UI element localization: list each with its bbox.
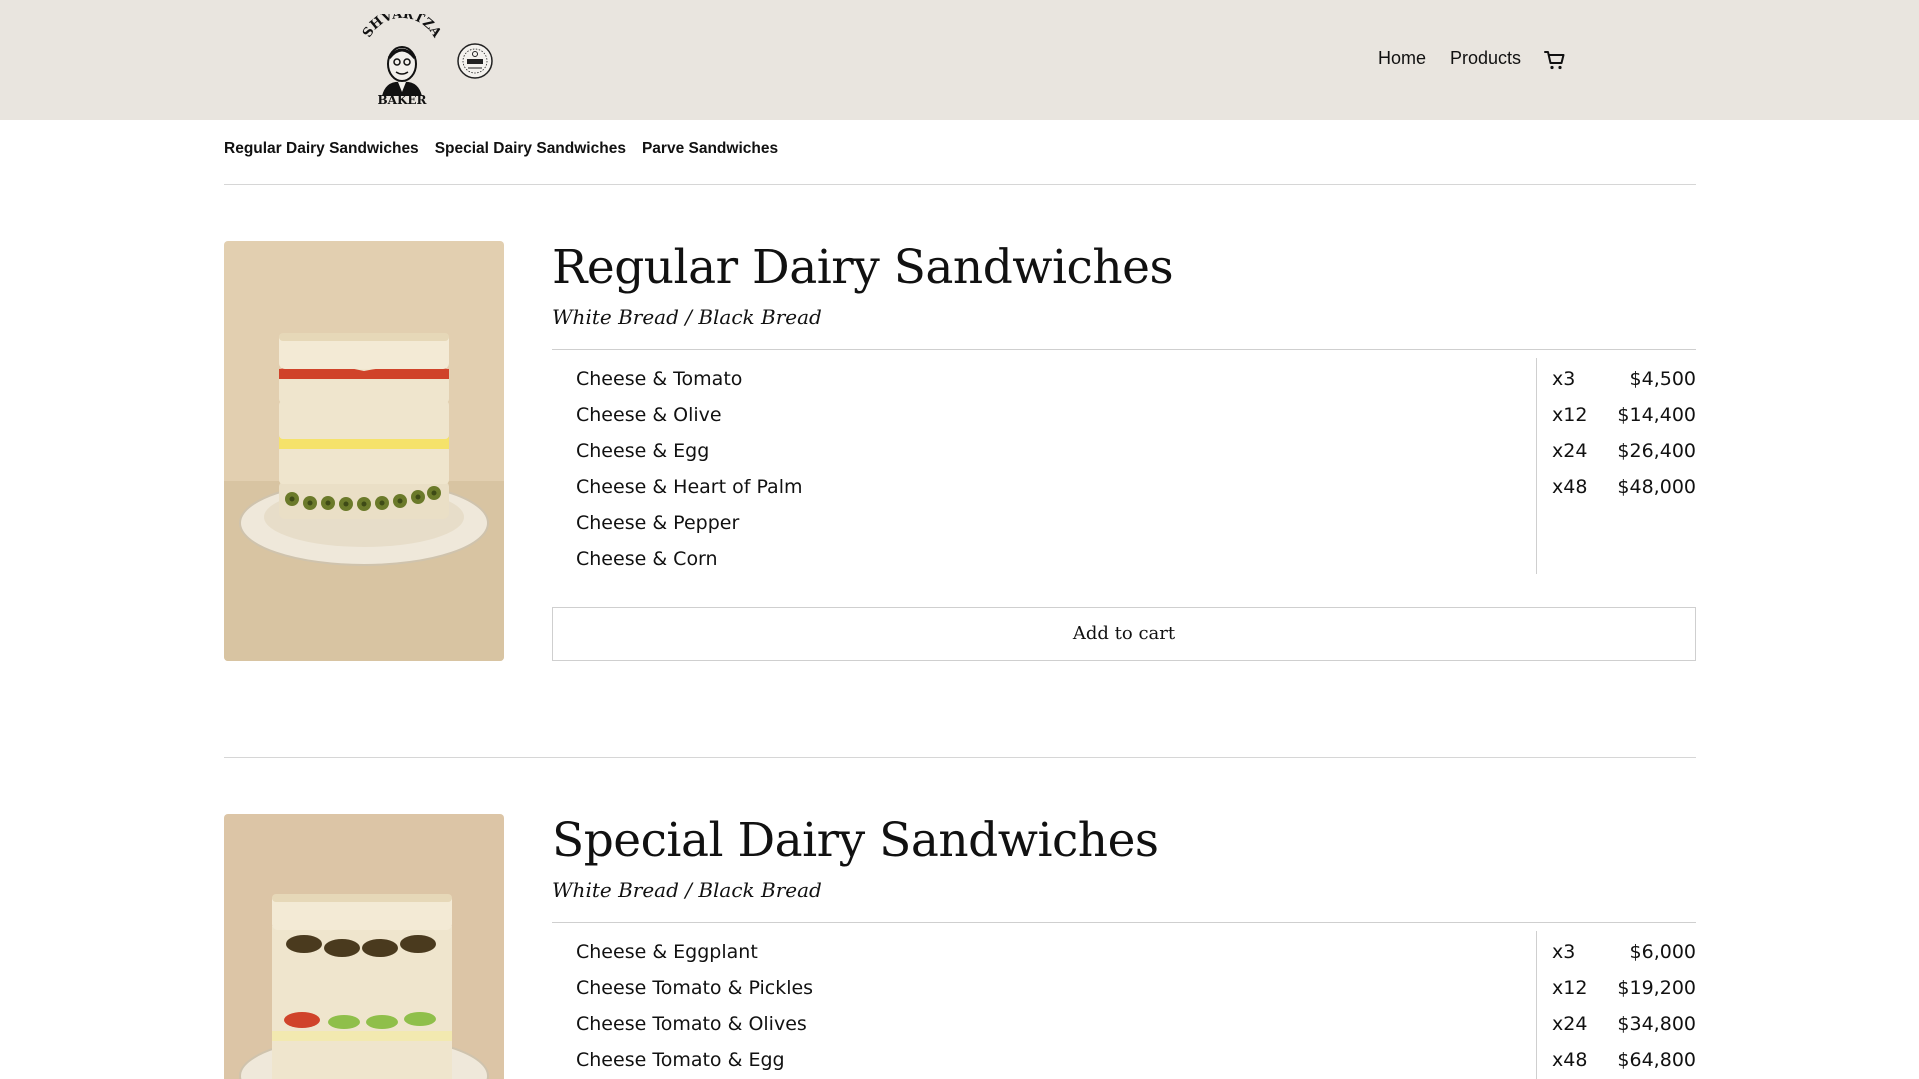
list-item: Cheese & Heart of Palm: [576, 476, 803, 498]
price-list: x3 $4,500 x12 $14,400 x24 $26,400 x48 $48,00…: [1552, 361, 1696, 505]
price-value: $34,800: [1617, 1013, 1696, 1035]
price-qty: x3: [1552, 368, 1576, 390]
price-row: x12 $19,200: [1552, 970, 1696, 1006]
price-qty: x48: [1552, 476, 1588, 498]
category-tabs: Regular Dairy Sandwiches Special Dairy S…: [224, 140, 778, 158]
logo-text-top: SHVARTZA: [360, 14, 444, 41]
price-row: x48 $64,800: [1552, 1042, 1696, 1078]
divider: [552, 922, 1696, 923]
product-image-special-dairy: [224, 814, 504, 1079]
price-qty: x48: [1552, 1049, 1588, 1071]
divider: [1536, 931, 1537, 1079]
price-qty: x24: [1552, 1013, 1588, 1035]
list-item: Cheese & Eggplant: [576, 941, 758, 963]
svg-text:SHVARTZA: SHVARTZA: [360, 14, 444, 41]
site-header: SHVARTZA BAKER Home Products: [0, 0, 1919, 120]
brand-logo[interactable]: SHVARTZA BAKER: [356, 14, 448, 106]
price-row: x24 $34,800: [1552, 1006, 1696, 1042]
price-qty: x12: [1552, 404, 1588, 426]
product-title: Special Dairy Sandwiches: [552, 813, 1159, 868]
price-row: x24 $26,400: [1552, 433, 1696, 469]
logo-text-bottom: BAKER: [377, 93, 427, 106]
product-title: Regular Dairy Sandwiches: [552, 240, 1174, 295]
price-qty: x12: [1552, 977, 1588, 999]
list-item: Cheese & Olive: [576, 404, 722, 426]
price-value: $64,800: [1617, 1049, 1696, 1071]
divider: [224, 184, 1696, 185]
add-to-cart-button[interactable]: Add to cart: [552, 607, 1696, 661]
price-qty: x3: [1552, 941, 1576, 963]
price-value: $26,400: [1617, 440, 1696, 462]
price-row: x3 $6,000: [1552, 934, 1696, 970]
tab-parve[interactable]: Parve Sandwiches: [642, 140, 778, 158]
product-items-list: Cheese & Tomato Cheese & Olive Cheese & …: [576, 361, 802, 577]
list-item: Cheese Tomato & Egg: [576, 1049, 785, 1071]
price-row: x12 $14,400: [1552, 397, 1696, 433]
product-image-regular-dairy: [224, 241, 504, 661]
list-item: Cheese Tomato & Pickles: [576, 977, 814, 999]
nav-home-link[interactable]: Home: [1378, 48, 1426, 69]
list-item: Cheese & Corn: [576, 548, 718, 570]
price-value: $19,200: [1617, 977, 1696, 999]
price-row: x48 $48,000: [1552, 469, 1696, 505]
price-row: x3 $4,500: [1552, 361, 1696, 397]
product-subtitle: White Bread / Black Bread: [552, 305, 822, 329]
price-value: $6,000: [1629, 941, 1696, 963]
price-qty: x24: [1552, 440, 1588, 462]
product-subtitle: White Bread / Black Bread: [552, 878, 822, 902]
price-value: $14,400: [1617, 404, 1696, 426]
price-value: $4,500: [1629, 368, 1696, 390]
list-item: Cheese Tomato & Olives: [576, 1013, 807, 1035]
divider: [1536, 358, 1537, 574]
cart-icon[interactable]: [1543, 48, 1567, 72]
nav-products-link[interactable]: Products: [1450, 48, 1521, 69]
divider: [224, 757, 1696, 758]
list-item: Cheese & Egg: [576, 440, 710, 462]
sandwich-stack-image: [224, 814, 504, 1079]
tab-regular-dairy[interactable]: Regular Dairy Sandwiches: [224, 140, 419, 158]
divider: [552, 349, 1696, 350]
kosher-seal-icon: [457, 43, 493, 79]
price-list: x3 $6,000 x12 $19,200 x24 $34,800 x48 $64,80…: [1552, 934, 1696, 1078]
sandwich-stack-image: [224, 241, 504, 661]
tab-special-dairy[interactable]: Special Dairy Sandwiches: [435, 140, 626, 158]
list-item: Cheese & Pepper: [576, 512, 740, 534]
product-items-list: Cheese & Eggplant Cheese Tomato & Pickle…: [576, 934, 813, 1078]
list-item: Cheese & Tomato: [576, 368, 743, 390]
price-value: $48,000: [1617, 476, 1696, 498]
